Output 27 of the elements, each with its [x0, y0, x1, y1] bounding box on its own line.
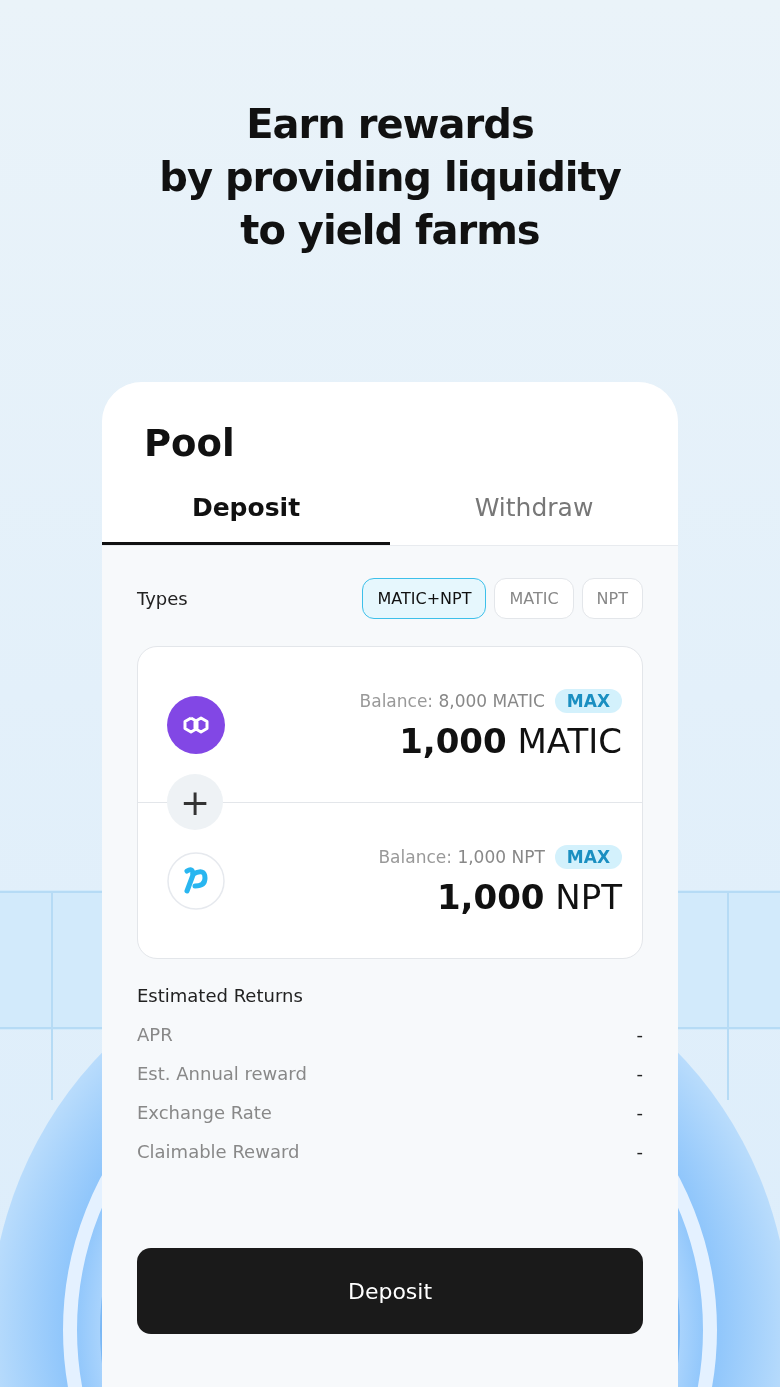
return-value: - [636, 1102, 643, 1123]
card-title: Pool [144, 422, 235, 465]
return-label: APR [137, 1024, 173, 1045]
plus-button[interactable]: + [167, 774, 223, 830]
return-label: Est. Annual reward [137, 1063, 307, 1084]
polygon-coin-icon [167, 695, 225, 754]
return-value: - [636, 1024, 643, 1045]
types-label: Types [137, 588, 188, 609]
max-button[interactable]: MAX [554, 844, 622, 869]
headline: Earn rewards by providing liquidity to yield farms [159, 100, 621, 255]
type-chip[interactable]: MATIC [494, 578, 574, 619]
npt-coin-icon [167, 851, 225, 910]
return-label: Claimable Reward [137, 1141, 300, 1162]
section-title: Estimated Returns [137, 985, 303, 1006]
amount-text: 1,000 NPT [436, 876, 622, 917]
deposit-button[interactable]: Deposit [137, 1248, 643, 1334]
balance-text: Balance: 8,000 MATIC [359, 690, 545, 711]
return-value: - [636, 1063, 643, 1084]
type-chip[interactable]: NPT [581, 578, 643, 619]
balance-text: Balance: 1,000 NPT [378, 846, 545, 867]
return-value: - [636, 1141, 643, 1162]
amount-text: 1,000 MATIC [399, 720, 622, 761]
tab[interactable]: Deposit [102, 487, 390, 545]
type-chip[interactable]: MATIC+NPT [362, 578, 487, 619]
return-label: Exchange Rate [137, 1102, 272, 1123]
tab[interactable]: Withdraw [390, 487, 678, 545]
max-button[interactable]: MAX [554, 688, 622, 713]
